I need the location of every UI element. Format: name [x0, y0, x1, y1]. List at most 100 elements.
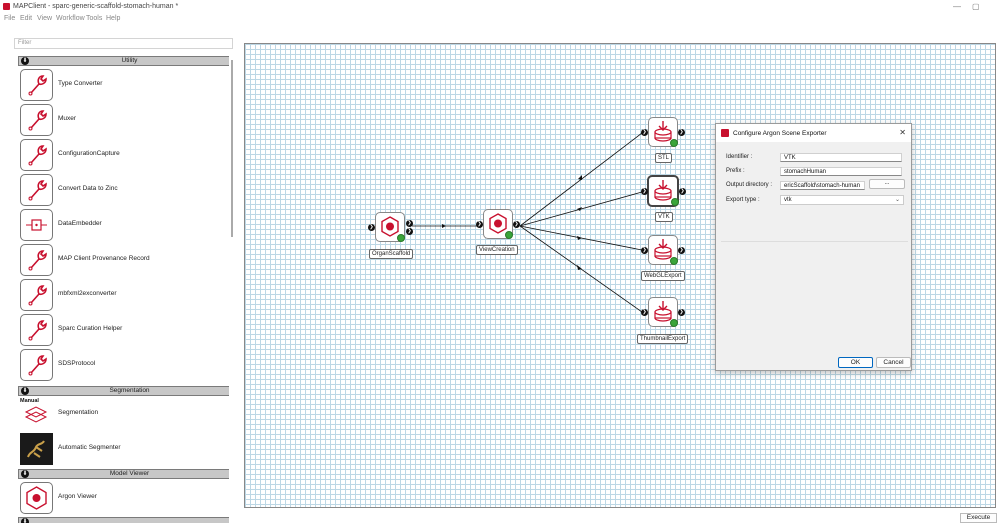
input-port[interactable]: ❯ — [641, 129, 648, 136]
wrench-icon — [20, 279, 53, 311]
wrench-icon — [20, 69, 53, 101]
prefix-label: Prefix : — [726, 168, 745, 174]
input-port[interactable]: ❯ — [641, 247, 648, 254]
connection-arrow — [442, 224, 446, 228]
node-label: STL — [655, 153, 673, 163]
wrench-icon — [20, 244, 53, 276]
plugin-label: ConfigurationCapture — [58, 150, 120, 157]
plugin-type-converter[interactable]: Type Converter — [19, 68, 229, 102]
plugin-sdsprotocol[interactable]: SDSProtocol — [19, 348, 229, 382]
plugin-sparc-curation-helper[interactable]: Sparc Curation Helper — [19, 313, 229, 347]
menu-edit[interactable]: Edit — [20, 15, 32, 22]
menu-file[interactable]: File — [4, 15, 15, 22]
title-bar: MAPClient - sparc-generic-scaffold-stoma… — [0, 0, 997, 13]
cancel-button[interactable]: Cancel — [876, 357, 911, 368]
menu-workflow[interactable]: Workflow — [56, 15, 85, 22]
input-port[interactable]: ❯ — [641, 309, 648, 316]
menu-bar: File Edit View Workflow Tools Help — [0, 13, 997, 25]
export-type-select[interactable]: vtk ⌄ — [780, 195, 904, 205]
plugin-label: mbfxml2exconverter — [58, 290, 117, 297]
plugin-label: DataEmbedder — [58, 220, 102, 227]
node-label: OrganScaffold — [369, 249, 414, 259]
plugin-argon-viewer[interactable]: Argon Viewer — [19, 481, 229, 515]
window-title: MAPClient - sparc-generic-scaffold-stoma… — [13, 3, 179, 10]
config-form: Identifier : VTK Prefix : stomachHuman O… — [721, 150, 908, 232]
plugin-convert-data-to-zinc[interactable]: Convert Data to Zinc — [19, 173, 229, 207]
status-ok-icon — [505, 231, 513, 239]
output-port[interactable]: ❯ — [678, 309, 685, 316]
automatic-segmenter-icon — [20, 433, 53, 465]
argon-viewer-icon — [20, 482, 53, 514]
dialog-title: Configure Argon Scene Exporter — [733, 130, 827, 137]
plugin-label: Segmentation — [58, 409, 99, 416]
configure-dialog: Configure Argon Scene Exporter ✕ Identif… — [715, 123, 912, 371]
output-directory-field[interactable]: ericScaffold\stomach-human — [780, 181, 865, 190]
output-port[interactable]: ❯ — [678, 247, 685, 254]
chevron-down-icon: ⌄ — [894, 197, 900, 203]
plugin-muxer[interactable]: Muxer — [19, 103, 229, 137]
output-port[interactable]: ❯ — [678, 129, 685, 136]
collapse-arrow-icon[interactable]: ⬇ — [21, 518, 29, 523]
menu-tools[interactable]: Tools — [86, 15, 102, 22]
collapse-arrow-icon[interactable]: ⬇ — [21, 387, 29, 395]
plugin-segmentation[interactable]: Manual Segmentation — [19, 397, 229, 431]
wrench-icon — [20, 139, 53, 171]
status-ok-icon — [397, 234, 405, 242]
plugin-configuration-capture[interactable]: ConfigurationCapture — [19, 138, 229, 172]
output-directory-label: Output directory : — [726, 182, 773, 188]
input-port[interactable]: ❯ — [476, 221, 483, 228]
export-type-value: vtk — [784, 197, 792, 203]
plugin-label: Automatic Segmenter — [58, 444, 121, 451]
wrench-icon — [20, 349, 53, 381]
filter-input[interactable]: Filter — [14, 38, 233, 49]
output-port[interactable]: ❯ — [679, 188, 686, 195]
wrench-icon — [20, 174, 53, 206]
wrench-icon — [20, 314, 53, 346]
identifier-label: Identifier : — [726, 154, 753, 160]
plugin-label: Argon Viewer — [58, 493, 97, 500]
prefix-field[interactable]: stomachHuman — [780, 167, 902, 176]
dialog-titlebar: Configure Argon Scene Exporter ✕ — [716, 124, 911, 142]
category-segmentation[interactable]: ⬇ Segmentation — [18, 386, 229, 396]
manual-segmentation-icon: Manual — [20, 398, 53, 430]
minimize-button[interactable]: — — [953, 2, 961, 11]
menu-help[interactable]: Help — [106, 15, 120, 22]
ok-button[interactable]: OK — [838, 357, 873, 368]
maximize-button[interactable]: ▢ — [972, 2, 980, 11]
identifier-field[interactable]: VTK — [780, 153, 902, 162]
app-logo-icon — [3, 3, 10, 10]
category-model-viewer[interactable]: ⬇ Model Viewer — [18, 469, 229, 479]
sidebar-scrollbar[interactable] — [231, 60, 233, 237]
plugin-label: Sparc Curation Helper — [58, 325, 123, 332]
output-port[interactable]: ❯ — [513, 221, 520, 228]
app-logo-icon — [721, 129, 729, 137]
menu-view[interactable]: View — [37, 15, 52, 22]
output-port[interactable]: ❯ — [406, 228, 413, 235]
embed-icon — [20, 209, 53, 241]
output-port[interactable]: ❯ — [406, 220, 413, 227]
connection-arrow — [577, 236, 582, 240]
plugin-map-client-provenance-record[interactable]: MAP Client Provenance Record — [19, 243, 229, 277]
plugin-label: MAP Client Provenance Record — [58, 255, 150, 262]
status-ok-icon — [670, 257, 678, 265]
plugin-label: Type Converter — [58, 80, 103, 87]
plugin-mbfxml2exconverter[interactable]: mbfxml2exconverter — [19, 278, 229, 312]
plugin-label: SDSProtocol — [58, 360, 96, 367]
input-port[interactable]: ❯ — [368, 224, 375, 231]
close-icon[interactable]: ✕ — [899, 128, 906, 137]
category-utility[interactable]: ⬇ Utility — [18, 56, 229, 66]
connection-arrow — [578, 175, 582, 180]
status-ok-icon — [670, 139, 678, 147]
browse-button[interactable]: ... — [869, 179, 905, 189]
node-label: WebGLExport — [641, 271, 685, 281]
input-port[interactable]: ❯ — [641, 188, 648, 195]
status-ok-icon — [671, 198, 679, 206]
plugin-data-embedder[interactable]: DataEmbedder — [19, 208, 229, 242]
category-collapsed[interactable]: ⬇ — [18, 517, 229, 523]
node-label: ThumbnailExport — [637, 334, 689, 344]
collapse-arrow-icon[interactable]: ⬇ — [21, 470, 29, 478]
node-label: ViewCreation — [476, 245, 518, 255]
collapse-arrow-icon[interactable]: ⬇ — [21, 57, 29, 65]
plugin-automatic-segmenter[interactable]: Automatic Segmenter — [19, 432, 229, 466]
execute-button[interactable]: Execute — [960, 513, 997, 523]
